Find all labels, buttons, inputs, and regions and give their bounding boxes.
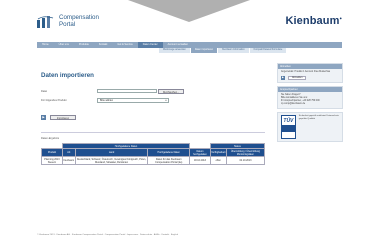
nav-item[interactable]: Home <box>37 42 54 48</box>
logout-row: ▶ Abmelden <box>281 76 339 80</box>
tuv-seal-label: TÜV <box>283 118 294 124</box>
table-header-cell: Verfügbarkeit <box>209 148 227 157</box>
portal-logo-icon <box>37 16 54 28</box>
table-cell: 18.10.2013 <box>189 156 211 165</box>
subnav-item[interactable]: Daten importieren <box>190 48 218 53</box>
table-header-cell: Übermittlung / Übermittlung Monitoringda… <box>225 148 266 157</box>
table-header-cell: Datum hochgeladen <box>189 148 211 157</box>
table-header-cell: Hochgeladene Daten <box>147 148 191 157</box>
subnav-item[interactable]: Kienbaum Information <box>218 48 249 53</box>
portal-page: Compensation Portal Kienbaum● Home Über u… <box>27 0 350 246</box>
import-row: ▶ Importieren <box>41 115 76 120</box>
tuv-seal-icon: TÜV <box>281 115 296 139</box>
import-button[interactable]: Importieren <box>50 115 76 120</box>
subnav-item[interactable]: Werkzeuge anwenden <box>159 48 190 53</box>
main-content: Daten importieren Datei Durchsuchen... F… <box>37 58 269 236</box>
sub-navigation: Werkzeuge anwenden Daten importieren Kienb… <box>159 48 287 53</box>
chevron-down-icon <box>128 0 250 22</box>
subnav-item[interactable]: Kompakt Dateien/Formulare <box>249 48 287 53</box>
brand-mark-icon: ● <box>339 15 342 21</box>
contact-box-head: Ansprechpartner <box>278 87 342 92</box>
account-box-head: Abmelden <box>278 64 342 69</box>
nav-item[interactable]: Gut & Service <box>112 42 137 48</box>
table-cell: Kienbaum <box>61 156 76 165</box>
contact-box: Ansprechpartner Sie haben Fragen? Bitte … <box>277 86 343 109</box>
logout-arrow-icon[interactable]: ▶ <box>281 76 285 80</box>
page-title: Daten importieren <box>41 72 94 79</box>
divider <box>41 132 265 133</box>
table-cell: Deutschland, Schweiz, Österreich, Verein… <box>74 156 149 165</box>
contact-email-link[interactable]: cp.comp@kienbaum.de <box>281 103 339 106</box>
portal-title-line2: Portal <box>59 20 76 28</box>
footer: © Kienbaum 2013 · Kienbaum AG · Kienbaum… <box>37 234 179 236</box>
account-box: Abmelden Angemeldet: Produkt 1 Account F… <box>277 63 343 83</box>
file-input[interactable] <box>97 89 157 93</box>
table-row: Planning 2013 Steuern Kienbaum Deutschland… <box>41 156 266 165</box>
product-label: Für folgendes Produkt <box>41 99 67 102</box>
brand-name: Kienbaum <box>285 15 340 27</box>
table-cell: offen <box>209 156 227 165</box>
table-cell: Daten für das Kienbaum Compensation Port… <box>147 156 191 165</box>
logout-button[interactable]: Abmelden <box>288 76 307 80</box>
sidebar: Abmelden Angemeldet: Produkt 1 Account F… <box>277 63 343 145</box>
certificate-text: Sicherheit geprüft zertifiziert Datensch… <box>298 115 339 120</box>
table-cell: 02.10.2013 <box>225 156 266 165</box>
results-table: Hochgeladene Daten Status Produkt Art Land… <box>41 143 266 165</box>
browse-button[interactable]: Durchsuchen... <box>158 88 184 94</box>
portal-title: Compensation Portal <box>59 14 99 28</box>
account-text: Angemeldet: Produkt 1 Account Frau Muste… <box>281 71 331 73</box>
results-label: Daten-Ergebnis <box>41 137 60 140</box>
file-label: Datei <box>41 90 48 93</box>
brand-logo: Kienbaum● <box>285 15 342 27</box>
tuv-seal-band <box>282 125 295 132</box>
table-body: Planning 2013 Steuern Kienbaum Deutschland… <box>41 156 266 165</box>
import-arrow-icon[interactable]: ▶ <box>41 115 46 120</box>
nav-item[interactable]: Kontakt <box>94 42 112 48</box>
nav-item[interactable]: Über uns <box>54 42 74 48</box>
table-header-cell: Land <box>74 148 149 157</box>
table-header-row: Produkt Art Land Hochgeladene Daten Datum ho… <box>41 148 266 157</box>
nav-item[interactable]: Produkte <box>74 42 94 48</box>
table-header-cell: Art <box>61 148 76 157</box>
table-header-cell: Produkt <box>41 148 63 157</box>
table-cell: Planning 2013 Steuern <box>41 156 63 165</box>
product-select[interactable]: Bitte wählen <box>97 98 169 103</box>
certificate-box: TÜV Sicherheit geprüft zertifiziert Date… <box>277 112 343 142</box>
